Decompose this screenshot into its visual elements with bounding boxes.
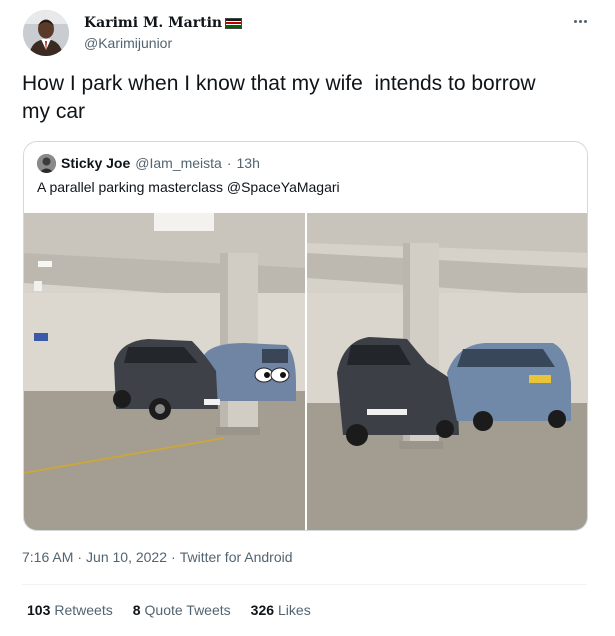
quoted-tweet-header: Sticky Joe @Iam_meista · 13h <box>37 153 260 173</box>
author-block: Karimi M. Martin @Karimijunior <box>84 13 243 51</box>
tweet-time[interactable]: 7:16 AM <box>22 549 73 565</box>
author-avatar[interactable] <box>23 10 69 56</box>
quote-tweets-count: 8 <box>132 602 141 618</box>
quoted-author-name: Sticky Joe <box>61 155 131 171</box>
quote-tweets-label: Quote Tweets <box>144 602 231 618</box>
kenya-flag-icon <box>225 17 243 29</box>
parking-photo-right[interactable] <box>307 213 587 530</box>
tweet-date[interactable]: Jun 10, 2022 <box>86 549 167 565</box>
retweets-label: Retweets <box>54 602 113 618</box>
tweet-source[interactable]: Twitter for Android <box>180 549 293 565</box>
meta-separator: · <box>77 549 83 565</box>
tweet-card: Karimi M. Martin @Karimijunior How I par… <box>0 0 615 636</box>
quoted-time: 13h <box>236 155 260 171</box>
tweet-text: How I park when I know that my wife inte… <box>22 72 536 123</box>
author-handle[interactable]: @Karimijunior <box>84 35 242 51</box>
parking-photo-left-image <box>24 213 305 530</box>
retweets-count: 103 <box>27 602 51 618</box>
parking-photo-left[interactable] <box>24 213 305 530</box>
more-options-icon[interactable] <box>570 14 590 28</box>
tweet-meta: 7:16 AM · Jun 10, 2022 · Twitter for And… <box>22 549 293 565</box>
quoted-separator: · <box>226 155 232 171</box>
quoted-author-avatar <box>37 153 56 173</box>
retweets-stat[interactable]: 103 Retweets <box>27 602 113 618</box>
engagement-stats: 103 Retweets 8 Quote Tweets 326 Likes <box>27 602 331 618</box>
tweet-header: Karimi M. Martin @Karimijunior <box>20 8 600 60</box>
meta-separator: · <box>171 549 176 565</box>
likes-count: 326 <box>250 602 275 618</box>
quoted-tweet-text: A parallel parking masterclass @SpaceYaM… <box>37 179 340 195</box>
quoted-author-handle: @Iam_meista <box>135 155 222 171</box>
parking-photo-right-image <box>307 213 587 530</box>
divider <box>22 584 587 585</box>
likes-stat[interactable]: 326 Likes <box>251 602 311 618</box>
quoted-tweet[interactable]: Sticky Joe @Iam_meista · 13h A parallel … <box>23 141 588 531</box>
quoted-media-grid <box>24 213 587 530</box>
likes-label: Likes <box>278 602 311 618</box>
avatar-portrait-icon <box>23 10 69 56</box>
display-name-row: Karimi M. Martin <box>84 13 243 33</box>
quote-tweets-stat[interactable]: 8 Quote Tweets <box>133 602 231 618</box>
quoted-avatar-icon <box>37 153 56 173</box>
display-name[interactable]: Karimi M. Martin <box>84 15 222 31</box>
